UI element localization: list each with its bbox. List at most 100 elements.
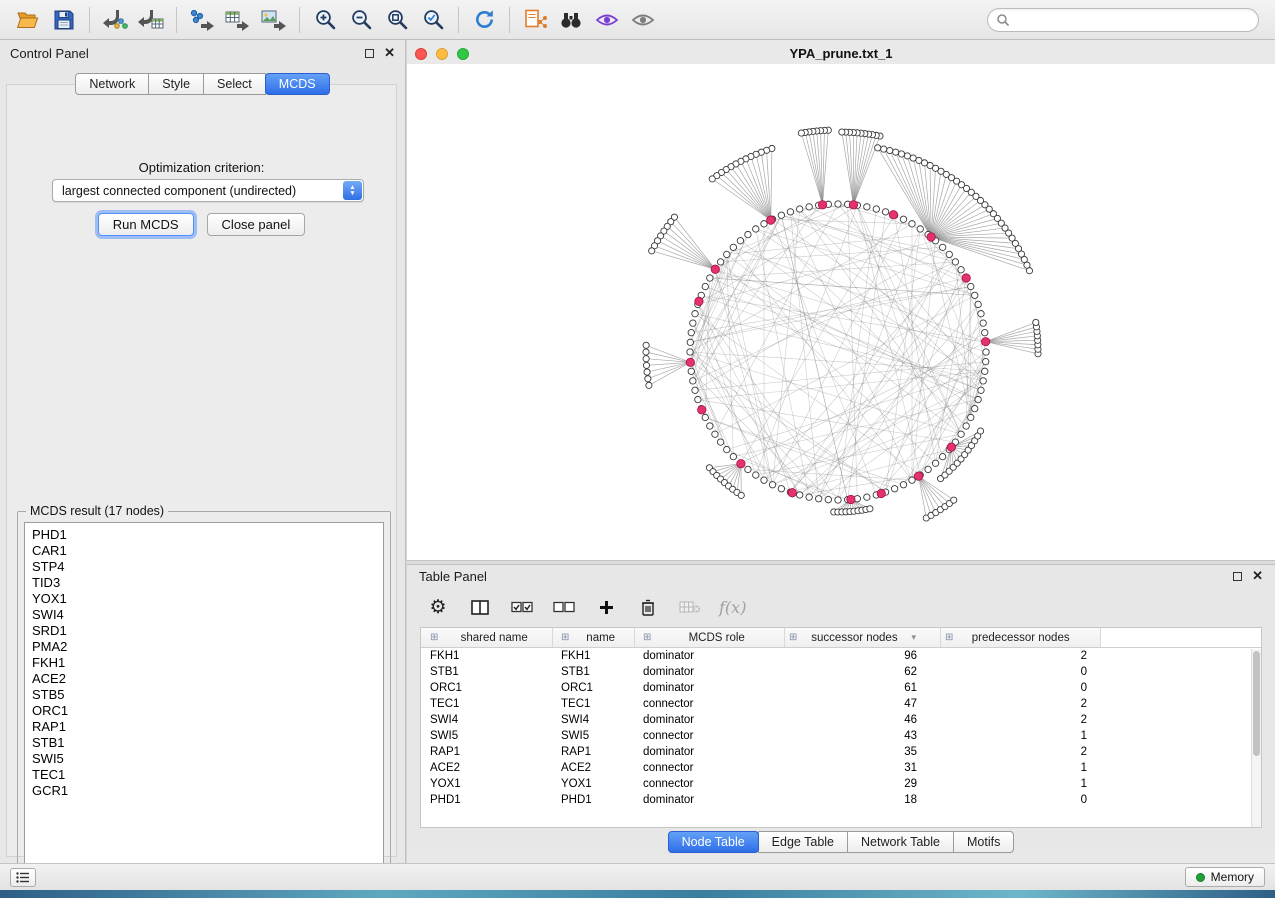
- zoom-selected-icon: [422, 8, 445, 31]
- tab-network[interactable]: Network: [75, 73, 149, 95]
- mcds-result-item[interactable]: FKH1: [25, 655, 383, 671]
- float-table-panel-icon[interactable]: [1233, 572, 1242, 581]
- table-row[interactable]: ACE2ACE2connector311: [421, 760, 1261, 776]
- optimization-criterion-dropdown[interactable]: largest connected component (undirected)…: [52, 179, 364, 202]
- close-window-icon[interactable]: [415, 48, 427, 60]
- run-mcds-button[interactable]: Run MCDS: [98, 213, 194, 236]
- show-columns-button[interactable]: [467, 594, 493, 620]
- import-network-from-file-button[interactable]: [97, 4, 133, 36]
- float-panel-icon[interactable]: [365, 49, 374, 58]
- table-cell: ACE2: [553, 760, 635, 776]
- network-canvas[interactable]: [407, 64, 1275, 560]
- table-scrollbar[interactable]: [1251, 649, 1261, 827]
- table-cell: STB1: [421, 664, 553, 680]
- export-table-button[interactable]: [220, 4, 256, 36]
- mcds-result-item[interactable]: CAR1: [25, 543, 383, 559]
- select-all-columns-button[interactable]: [509, 594, 535, 620]
- column-header-predecessor-nodes[interactable]: ⊞predecessor nodes: [941, 628, 1101, 647]
- mcds-result-item[interactable]: TID3: [25, 575, 383, 591]
- network-window-titlebar[interactable]: YPA_prune.txt_1: [407, 44, 1275, 64]
- minimize-window-icon[interactable]: [436, 48, 448, 60]
- show-hide-button[interactable]: [625, 4, 661, 36]
- optimization-criterion-label: Optimization criterion:: [7, 160, 396, 175]
- tab-motifs[interactable]: Motifs: [953, 831, 1014, 853]
- column-header-shared-name[interactable]: ⊞shared name: [421, 628, 553, 647]
- close-table-panel-icon[interactable]: ✕: [1252, 571, 1263, 581]
- mcds-result-item[interactable]: ACE2: [25, 671, 383, 687]
- column-header-name[interactable]: ⊞name: [553, 628, 635, 647]
- add-column-button[interactable]: [593, 594, 619, 620]
- table-cell: 0: [941, 792, 1101, 808]
- export-network-button[interactable]: [184, 4, 220, 36]
- mcds-result-item[interactable]: STP4: [25, 559, 383, 575]
- open-file-button[interactable]: [10, 4, 46, 36]
- tab-mcds[interactable]: MCDS: [265, 73, 330, 95]
- mcds-result-item[interactable]: GCR1: [25, 783, 383, 799]
- export-image-button[interactable]: [256, 4, 292, 36]
- table-row[interactable]: PHD1PHD1dominator180: [421, 792, 1261, 808]
- table-row[interactable]: RAP1RAP1dominator352: [421, 744, 1261, 760]
- table-row[interactable]: ORC1ORC1dominator610: [421, 680, 1261, 696]
- tab-network-table[interactable]: Network Table: [847, 831, 954, 853]
- mcds-result-item[interactable]: PHD1: [25, 527, 383, 543]
- scrollbar-thumb[interactable]: [1253, 651, 1260, 756]
- delete-column-button[interactable]: [635, 594, 661, 620]
- mcds-result-item[interactable]: ORC1: [25, 703, 383, 719]
- table-row[interactable]: FKH1FKH1dominator962: [421, 648, 1261, 664]
- close-panel-button[interactable]: Close panel: [207, 213, 306, 236]
- table-cell: dominator: [635, 744, 785, 760]
- column-header-successor-nodes[interactable]: ⊞successor nodes▾: [785, 628, 941, 647]
- mcds-result-item[interactable]: STB1: [25, 735, 383, 751]
- filter-button[interactable]: [589, 4, 625, 36]
- tab-edge-table[interactable]: Edge Table: [758, 831, 848, 853]
- table-settings-button[interactable]: ⚙: [425, 594, 451, 620]
- table-cell: STB1: [553, 664, 635, 680]
- import-table-from-file-button[interactable]: [133, 4, 169, 36]
- table-row[interactable]: SWI4SWI4dominator462: [421, 712, 1261, 728]
- mcds-result-list[interactable]: PHD1CAR1STP4TID3YOX1SWI4SRD1PMA2FKH1ACE2…: [24, 522, 384, 874]
- mcds-result-item[interactable]: YOX1: [25, 591, 383, 607]
- zoom-fit-button[interactable]: [379, 4, 415, 36]
- gear-icon: ⚙: [429, 596, 446, 619]
- column-type-icon: ⊞: [561, 632, 569, 643]
- zoom-selected-button[interactable]: [415, 4, 451, 36]
- zoom-in-button[interactable]: [307, 4, 343, 36]
- table-cell: YOX1: [553, 776, 635, 792]
- mcds-result-item[interactable]: STB5: [25, 687, 383, 703]
- save-session-button[interactable]: [46, 4, 82, 36]
- zoom-out-button[interactable]: [343, 4, 379, 36]
- mcds-result-item[interactable]: TEC1: [25, 767, 383, 783]
- zoom-out-icon: [350, 8, 373, 31]
- mcds-result-item[interactable]: SWI4: [25, 607, 383, 623]
- memory-button[interactable]: Memory: [1185, 867, 1265, 887]
- control-panel: Control Panel ✕ Optimization criterion: …: [0, 40, 405, 863]
- mcds-result-item[interactable]: SRD1: [25, 623, 383, 639]
- binoculars-icon: [559, 10, 583, 30]
- search-field[interactable]: [987, 8, 1259, 32]
- dropdown-stepper-icon[interactable]: ▲▼: [343, 181, 362, 200]
- column-header-MCDS-role[interactable]: ⊞MCDS role: [635, 628, 785, 647]
- task-history-button[interactable]: [10, 868, 36, 887]
- table-cell: 46: [785, 712, 941, 728]
- find-button[interactable]: [553, 4, 589, 36]
- network-graph[interactable]: [407, 64, 1275, 560]
- table-row[interactable]: STB1STB1dominator620: [421, 664, 1261, 680]
- status-bar: Memory: [0, 863, 1275, 890]
- tab-style[interactable]: Style: [148, 73, 204, 95]
- maximize-window-icon[interactable]: [457, 48, 469, 60]
- table-row[interactable]: TEC1TEC1connector472: [421, 696, 1261, 712]
- tab-node-table[interactable]: Node Table: [668, 831, 759, 853]
- node-table[interactable]: ⊞shared name⊞name⊞MCDS role⊞successor no…: [420, 627, 1262, 828]
- table-cell: dominator: [635, 664, 785, 680]
- mcds-result-item[interactable]: PMA2: [25, 639, 383, 655]
- close-panel-icon[interactable]: ✕: [384, 48, 395, 58]
- search-input[interactable]: [1015, 13, 1250, 27]
- mcds-result-item[interactable]: SWI5: [25, 751, 383, 767]
- tab-select[interactable]: Select: [203, 73, 266, 95]
- deselect-all-columns-button[interactable]: [551, 594, 577, 620]
- table-row[interactable]: YOX1YOX1connector291: [421, 776, 1261, 792]
- refresh-button[interactable]: [466, 4, 502, 36]
- clone-network-button[interactable]: [517, 4, 553, 36]
- mcds-result-item[interactable]: RAP1: [25, 719, 383, 735]
- table-row[interactable]: SWI5SWI5connector431: [421, 728, 1261, 744]
